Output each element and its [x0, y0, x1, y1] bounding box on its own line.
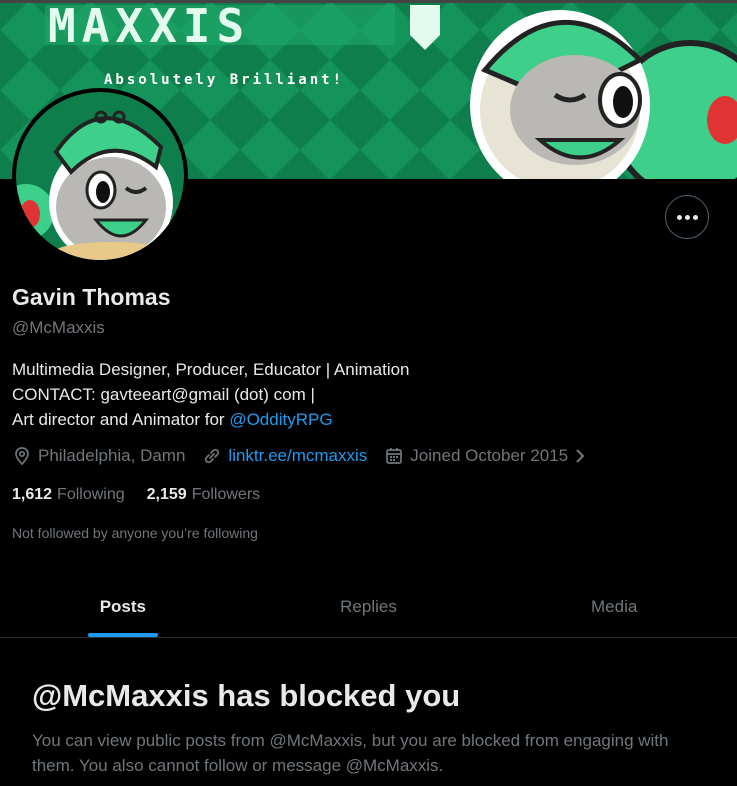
not-followed-text: Not followed by anyone you’re following [12, 525, 258, 541]
following-link[interactable]: 1,612 Following [12, 486, 125, 504]
website-link[interactable]: linktr.ee/mcmaxxis [228, 446, 367, 466]
avatar[interactable] [12, 88, 188, 264]
oddity-rpg-link[interactable]: @OddityRPG [229, 410, 332, 429]
display-name: Gavin Thomas [12, 284, 171, 310]
svg-text:Absolutely Brilliant!: Absolutely Brilliant! [104, 72, 344, 88]
profile-meta: Philadelphia, Damn linktr.ee/mcmaxxis Jo… [12, 446, 611, 466]
calendar-icon [386, 448, 403, 464]
tab-replies[interactable]: Replies [246, 576, 492, 637]
user-handle: @McMaxxis [12, 318, 105, 337]
joined-date[interactable]: Joined October 2015 [384, 446, 594, 466]
website: linktr.ee/mcmaxxis [202, 446, 367, 466]
bio: Multimedia Designer, Producer, Educator … [12, 357, 410, 432]
tab-posts[interactable]: Posts [0, 576, 246, 637]
chevron-right-icon [576, 449, 585, 463]
profile-tabs: Posts Replies Media [0, 576, 737, 638]
followers-link[interactable]: 2,159 Followers [147, 486, 261, 504]
follow-counts: 1,612 Following 2,159 Followers [12, 486, 282, 504]
bio-line: Multimedia Designer, Producer, Educator … [12, 360, 410, 379]
tab-media[interactable]: Media [491, 576, 737, 637]
blocked-text: You can view public posts from @McMaxxis… [32, 731, 669, 775]
bio-line: CONTACT: gavteeart@gmail (dot) com | [12, 385, 315, 404]
location: Philadelphia, Damn [12, 446, 185, 466]
location-icon [15, 447, 29, 466]
more-options-button[interactable] [665, 195, 709, 239]
link-icon [205, 448, 220, 464]
bio-line: Art director and Animator for @OddityRPG [12, 410, 333, 429]
blocked-title: @McMaxxis has blocked you [32, 678, 461, 713]
more-icon [675, 214, 699, 220]
svg-text:MAXXIS: MAXXIS [48, 0, 250, 53]
